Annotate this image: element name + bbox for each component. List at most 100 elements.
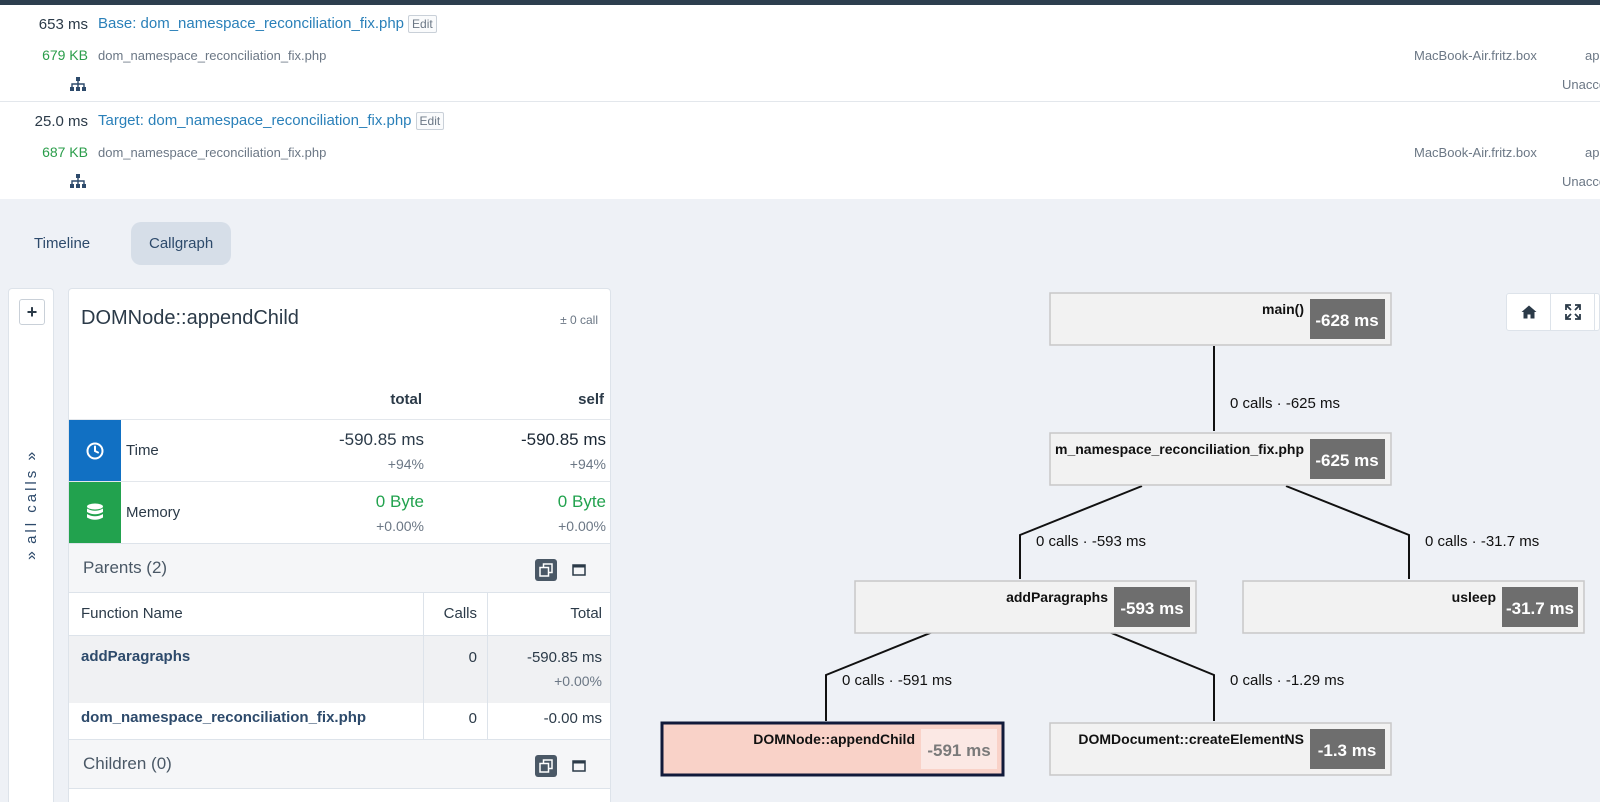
base-extra: ap (1585, 48, 1600, 63)
base-wall-time: 653 ms (38, 16, 88, 33)
target-profile: 25.0 ms Target: dom_namespace_reconcilia… (0, 102, 1600, 199)
parent-total: -590.85 ms (526, 649, 602, 666)
metric-total-percent: +94% (387, 456, 424, 472)
edge-label: 0 calls · -593 ms (1036, 533, 1146, 550)
edge-label: 0 calls · -1.29 ms (1230, 672, 1344, 689)
metric-memory: Memory 0 Byte +0.00% 0 Byte +0.00% (69, 481, 610, 544)
all-calls-toggle[interactable]: » all calls » (23, 452, 41, 560)
node-name: addParagraphs (1006, 589, 1108, 605)
database-icon (69, 482, 121, 544)
metric-total-value: -590.85 ms (338, 430, 424, 449)
column-function-name: Function Name (81, 605, 183, 622)
column-calls: Calls (423, 593, 487, 635)
metric-self-value: 0 Byte (557, 492, 606, 511)
edge-label: 0 calls · -31.7 ms (1425, 533, 1539, 550)
node-name: m_namespace_reconciliation_fix.php (1055, 441, 1304, 457)
table-row[interactable]: addParagraphs 0 -590.85 ms +0.00% (69, 636, 610, 703)
target-status: Unacco (1562, 174, 1600, 189)
base-memory: 679 KB (42, 47, 88, 63)
calls-delta: ± 0 call (560, 313, 598, 327)
metric-total-value: 0 Byte (375, 492, 424, 511)
plus-icon[interactable]: + (19, 299, 45, 325)
metric-time: Time -590.85 ms +94% -590.85 ms +94% (69, 419, 610, 482)
target-host: MacBook-Air.fritz.box (1414, 145, 1537, 160)
metric-self-percent: +94% (569, 456, 606, 472)
node-value: -31.7 ms (1506, 599, 1574, 618)
hierarchy-icon[interactable] (70, 174, 86, 188)
node-value: -625 ms (1315, 451, 1378, 470)
node-value: -591 ms (927, 741, 990, 760)
node-addparagraphs[interactable]: addParagraphs -593 ms (854, 580, 1197, 634)
expand-icon[interactable] (535, 755, 557, 777)
node-name: DOMDocument::createElementNS (1078, 731, 1304, 747)
node-value: -1.3 ms (1318, 741, 1377, 760)
children-title: Children (0) (83, 754, 172, 773)
parent-function-link[interactable]: dom_namespace_reconciliation_fix.php (81, 703, 366, 743)
callgraph-canvas[interactable]: 0 calls · -625 ms 0 calls · -593 ms 0 ca… (611, 288, 1600, 802)
tab-timeline[interactable]: Timeline (16, 222, 108, 265)
node-main[interactable]: main() -628 ms (1049, 292, 1392, 346)
edge-label: 0 calls · -625 ms (1230, 395, 1340, 412)
base-status: Unacco (1562, 77, 1600, 92)
base-host: MacBook-Air.fritz.box (1414, 48, 1537, 63)
parent-calls-cell: 0 (423, 636, 487, 703)
base-profile-link[interactable]: Base: dom_namespace_reconciliation_fix.p… (98, 15, 404, 32)
function-name: DOMNode::appendChild (81, 307, 299, 329)
expand-icon[interactable] (535, 559, 557, 581)
metric-self-percent: +0.00% (558, 518, 606, 534)
node-name: usleep (1452, 589, 1496, 605)
edge-label: 0 calls · -591 ms (842, 672, 952, 689)
target-memory: 687 KB (42, 144, 88, 160)
node-name: main() (1262, 301, 1304, 317)
node-usleep[interactable]: usleep -31.7 ms (1242, 580, 1585, 634)
table-header-row: Function Name Calls Total (69, 593, 610, 636)
target-edit-button[interactable]: Edit (415, 112, 445, 131)
parents-section-header: Parents (2) (69, 543, 610, 593)
clock-icon (69, 420, 121, 482)
tab-callgraph[interactable]: Callgraph (131, 222, 232, 265)
all-calls-label: all calls (23, 467, 40, 544)
parent-function-link[interactable]: addParagraphs (81, 636, 190, 703)
target-profile-link[interactable]: Target: dom_namespace_reconciliation_fix… (98, 112, 412, 129)
node-value: -628 ms (1315, 311, 1378, 330)
parent-total-percent: +0.00% (554, 673, 602, 689)
parent-total-cell: -0.00 ms (487, 703, 610, 743)
parent-total-cell: -590.85 ms +0.00% (487, 636, 610, 703)
metric-total-percent: +0.00% (376, 518, 424, 534)
chevron-icon: » (23, 451, 40, 461)
column-total: Total (487, 593, 610, 635)
target-extra: ap (1585, 145, 1600, 160)
parent-calls-cell: 0 (423, 703, 487, 743)
node-value: -593 ms (1120, 599, 1183, 618)
base-edit-button[interactable]: Edit (408, 15, 437, 34)
node-name: DOMNode::appendChild (753, 731, 915, 747)
profile-comparison-header: 653 ms Base: dom_namespace_reconciliatio… (0, 5, 1600, 199)
function-detail-panel: DOMNode::appendChild ± 0 call total self… (68, 288, 611, 802)
edge-addparagraphs-createelementns (1091, 624, 1215, 721)
collapse-icon[interactable] (568, 755, 590, 777)
base-file: dom_namespace_reconciliation_fix.php (98, 48, 327, 63)
metric-label: Memory (126, 504, 181, 521)
edge-script-usleep (1285, 485, 1410, 579)
home-icon[interactable] (1507, 294, 1551, 330)
target-profile-title: Target: dom_namespace_reconciliation_fix… (98, 112, 445, 131)
column-self: self (578, 391, 604, 408)
target-wall-time: 25.0 ms (34, 113, 88, 130)
chevron-icon: » (23, 551, 40, 560)
metric-label: Time (126, 442, 159, 459)
base-profile-title: Base: dom_namespace_reconciliation_fix.p… (98, 15, 437, 34)
parent-total: -0.00 ms (543, 710, 602, 727)
parent-calls: 0 (468, 649, 477, 666)
node-createelementns[interactable]: DOMDocument::createElementNS -1.3 ms (1049, 722, 1392, 776)
parents-title: Parents (2) (83, 558, 168, 577)
hierarchy-icon[interactable] (70, 77, 86, 91)
base-profile: 653 ms Base: dom_namespace_reconciliatio… (0, 5, 1600, 102)
table-row[interactable]: dom_namespace_reconciliation_fix.php 0 -… (69, 703, 610, 743)
metric-self-value: -590.85 ms (520, 430, 606, 449)
collapse-icon[interactable] (568, 559, 590, 581)
node-appendchild-selected[interactable]: DOMNode::appendChild -591 ms (660, 721, 1005, 777)
target-file: dom_namespace_reconciliation_fix.php (98, 145, 327, 160)
children-section-header: Children (0) (69, 739, 610, 789)
node-script[interactable]: m_namespace_reconciliation_fix.php -625 … (1049, 432, 1392, 486)
fullscreen-icon[interactable] (1551, 294, 1595, 330)
